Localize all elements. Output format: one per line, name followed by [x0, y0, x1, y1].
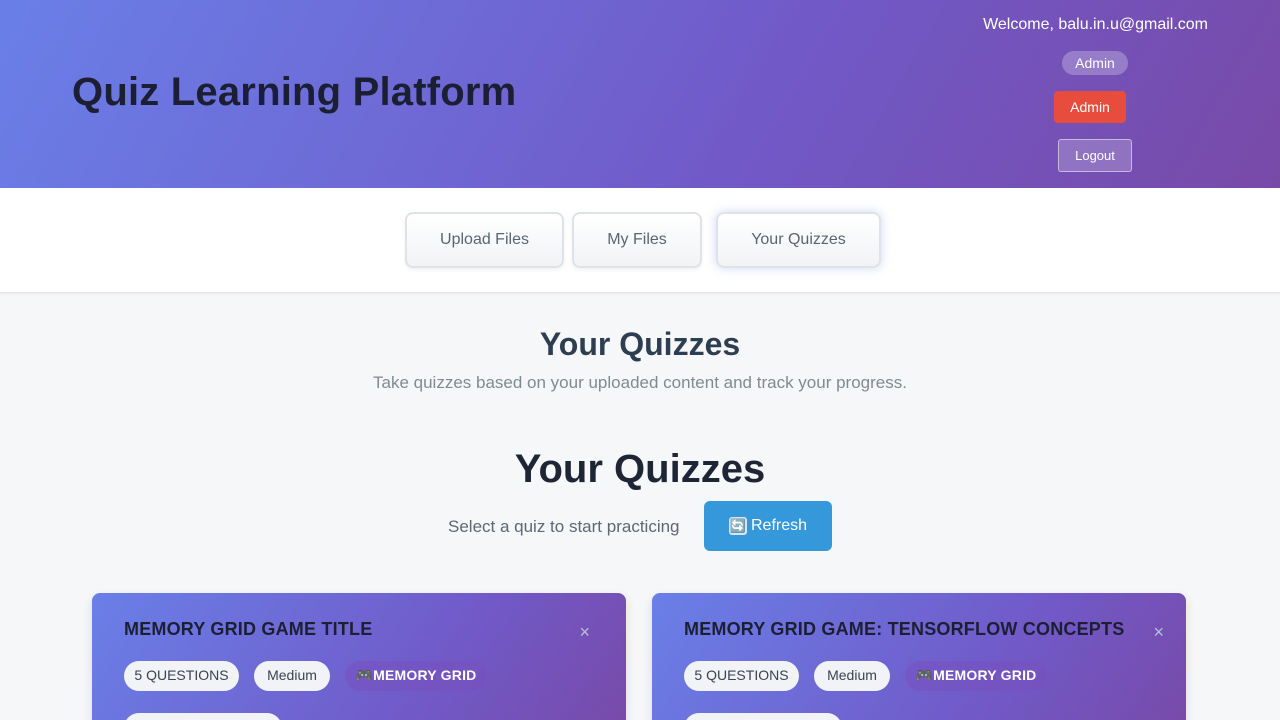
page-subtitle: Take quizzes based on your uploaded cont…: [373, 373, 907, 392]
difficulty-badge: Medium: [254, 661, 330, 691]
page-title: Your Quizzes: [539, 326, 741, 362]
app-title: Quiz Learning Platform: [72, 70, 517, 114]
card-extra-badge: [684, 713, 842, 720]
question-count-badge: 5 QUESTIONS: [684, 661, 799, 691]
game-controller-icon: 🎮: [915, 667, 934, 683]
quiz-card-title: MEMORY GRID GAME: TENSORFLOW CONCEPTS: [684, 619, 1125, 639]
tab-my-files[interactable]: My Files: [572, 212, 702, 268]
quiz-card[interactable]: MEMORY GRID GAME: TENSORFLOW CONCEPTS × …: [652, 593, 1186, 720]
game-type-label: MEMORY GRID: [373, 667, 477, 683]
game-type-badge: 🎮MEMORY GRID: [905, 661, 1047, 691]
tab-your-quizzes[interactable]: Your Quizzes: [716, 212, 881, 268]
question-count-badge: 5 QUESTIONS: [124, 661, 239, 691]
quiz-card-title: MEMORY GRID GAME TITLE: [124, 619, 373, 639]
close-icon[interactable]: ×: [579, 623, 590, 641]
role-badge: Admin: [1062, 51, 1128, 75]
quizzes-instruction: Select a quiz to start practicing: [448, 517, 680, 536]
logout-button[interactable]: Logout: [1058, 139, 1132, 172]
refresh-label: Refresh: [750, 517, 808, 534]
quiz-card[interactable]: MEMORY GRID GAME TITLE × 5 QUESTIONS Med…: [92, 593, 626, 720]
quizzes-heading: Your Quizzes: [514, 447, 766, 491]
welcome-text: Welcome, balu.in.u@gmail.com: [983, 16, 1208, 33]
game-type-badge: 🎮MEMORY GRID: [345, 661, 487, 691]
app-header: Quiz Learning Platform Welcome, balu.in.…: [0, 0, 1280, 188]
refresh-icon: 🔄: [728, 517, 747, 535]
card-extra-badge: [124, 713, 282, 720]
admin-button[interactable]: Admin: [1054, 91, 1126, 123]
difficulty-badge: Medium: [814, 661, 890, 691]
game-controller-icon: 🎮: [355, 667, 374, 683]
close-icon[interactable]: ×: [1153, 623, 1164, 641]
refresh-button[interactable]: 🔄 Refresh: [704, 501, 832, 551]
tab-upload-files[interactable]: Upload Files: [405, 212, 564, 268]
game-type-label: MEMORY GRID: [933, 667, 1037, 683]
tab-navigation: Upload Files My Files Your Quizzes: [0, 188, 1280, 293]
